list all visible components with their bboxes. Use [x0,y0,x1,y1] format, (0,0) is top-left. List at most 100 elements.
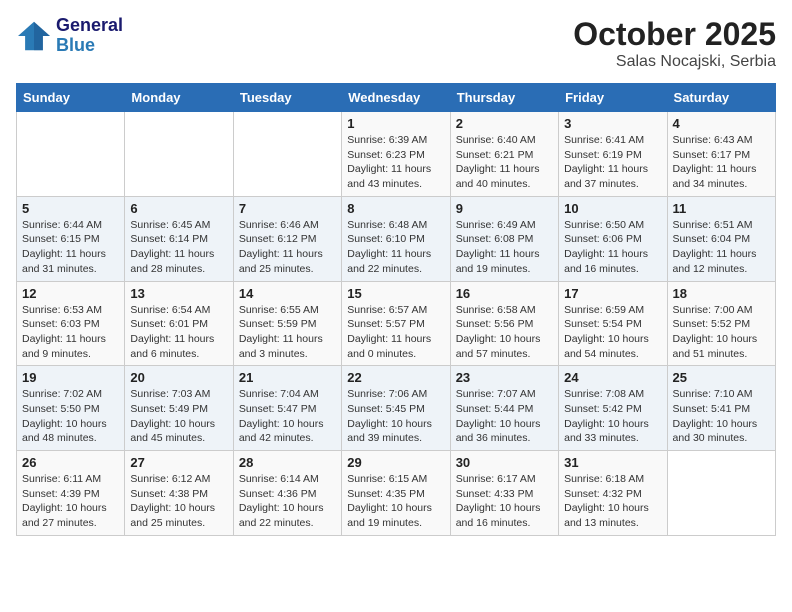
day-number: 20 [130,370,227,385]
day-number: 4 [673,116,770,131]
calendar-header-row: SundayMondayTuesdayWednesdayThursdayFrid… [17,84,776,112]
day-number: 2 [456,116,553,131]
weekday-header: Wednesday [342,84,450,112]
logo-icon [16,20,52,52]
day-info: Sunrise: 6:39 AM Sunset: 6:23 PM Dayligh… [347,133,444,192]
day-number: 28 [239,455,336,470]
day-info: Sunrise: 6:15 AM Sunset: 4:35 PM Dayligh… [347,472,444,531]
calendar-week-row: 26Sunrise: 6:11 AM Sunset: 4:39 PM Dayli… [17,451,776,536]
day-number: 7 [239,201,336,216]
day-info: Sunrise: 6:50 AM Sunset: 6:06 PM Dayligh… [564,218,661,277]
day-info: Sunrise: 6:12 AM Sunset: 4:38 PM Dayligh… [130,472,227,531]
day-number: 13 [130,286,227,301]
page-header: General Blue October 2025 Salas Nocajski… [16,16,776,71]
day-number: 25 [673,370,770,385]
day-info: Sunrise: 6:55 AM Sunset: 5:59 PM Dayligh… [239,303,336,362]
day-number: 14 [239,286,336,301]
calendar-day-cell: 30 Sunrise: 6:17 AM Sunset: 4:33 PM Dayli… [450,451,558,536]
calendar-day-cell: 11 Sunrise: 6:51 AM Sunset: 6:04 PM Dayli… [667,196,775,281]
day-info: Sunrise: 7:04 AM Sunset: 5:47 PM Dayligh… [239,387,336,446]
calendar-day-cell: 12Sunrise: 6:53 AM Sunset: 6:03 PM Dayli… [17,281,125,366]
page-subtitle: Salas Nocajski, Serbia [573,53,776,71]
day-info: Sunrise: 7:03 AM Sunset: 5:49 PM Dayligh… [130,387,227,446]
day-number: 18 [673,286,770,301]
day-number: 1 [347,116,444,131]
logo: General Blue [16,16,123,56]
day-info: Sunrise: 7:10 AM Sunset: 5:41 PM Dayligh… [673,387,770,446]
day-number: 30 [456,455,553,470]
calendar-day-cell: 17Sunrise: 6:59 AM Sunset: 5:54 PM Dayli… [559,281,667,366]
calendar-day-cell: 2Sunrise: 6:40 AM Sunset: 6:21 PM Daylig… [450,112,558,197]
calendar-week-row: 1 Sunrise: 6:39 AM Sunset: 6:23 PM Daylig… [17,112,776,197]
calendar-day-cell: 26Sunrise: 6:11 AM Sunset: 4:39 PM Dayli… [17,451,125,536]
calendar-table: SundayMondayTuesdayWednesdayThursdayFrid… [16,83,776,536]
day-number: 16 [456,286,553,301]
day-info: Sunrise: 6:54 AM Sunset: 6:01 PM Dayligh… [130,303,227,362]
calendar-day-cell [125,112,233,197]
day-number: 26 [22,455,119,470]
calendar-day-cell: 7 Sunrise: 6:46 AM Sunset: 6:12 PM Daylig… [233,196,341,281]
day-number: 3 [564,116,661,131]
day-number: 12 [22,286,119,301]
calendar-week-row: 5 Sunrise: 6:44 AM Sunset: 6:15 PM Daylig… [17,196,776,281]
calendar-day-cell [233,112,341,197]
weekday-header: Friday [559,84,667,112]
title-block: October 2025 Salas Nocajski, Serbia [573,16,776,71]
calendar-day-cell [667,451,775,536]
day-info: Sunrise: 7:08 AM Sunset: 5:42 PM Dayligh… [564,387,661,446]
calendar-day-cell: 13 Sunrise: 6:54 AM Sunset: 6:01 PM Dayli… [125,281,233,366]
day-info: Sunrise: 6:43 AM Sunset: 6:17 PM Dayligh… [673,133,770,192]
calendar-day-cell: 31 Sunrise: 6:18 AM Sunset: 4:32 PM Dayli… [559,451,667,536]
calendar-day-cell: 10Sunrise: 6:50 AM Sunset: 6:06 PM Dayli… [559,196,667,281]
calendar-week-row: 19 Sunrise: 7:02 AM Sunset: 5:50 PM Dayli… [17,366,776,451]
day-info: Sunrise: 6:18 AM Sunset: 4:32 PM Dayligh… [564,472,661,531]
day-number: 29 [347,455,444,470]
calendar-day-cell: 24 Sunrise: 7:08 AM Sunset: 5:42 PM Dayli… [559,366,667,451]
day-number: 21 [239,370,336,385]
weekday-header: Saturday [667,84,775,112]
day-number: 5 [22,201,119,216]
day-info: Sunrise: 6:51 AM Sunset: 6:04 PM Dayligh… [673,218,770,277]
calendar-day-cell: 8Sunrise: 6:48 AM Sunset: 6:10 PM Daylig… [342,196,450,281]
day-number: 11 [673,201,770,216]
calendar-day-cell: 21 Sunrise: 7:04 AM Sunset: 5:47 PM Dayli… [233,366,341,451]
day-number: 22 [347,370,444,385]
day-info: Sunrise: 6:46 AM Sunset: 6:12 PM Dayligh… [239,218,336,277]
day-info: Sunrise: 6:48 AM Sunset: 6:10 PM Dayligh… [347,218,444,277]
calendar-day-cell: 23 Sunrise: 7:07 AM Sunset: 5:44 PM Dayli… [450,366,558,451]
day-info: Sunrise: 7:00 AM Sunset: 5:52 PM Dayligh… [673,303,770,362]
day-info: Sunrise: 6:44 AM Sunset: 6:15 PM Dayligh… [22,218,119,277]
day-info: Sunrise: 7:07 AM Sunset: 5:44 PM Dayligh… [456,387,553,446]
day-number: 24 [564,370,661,385]
calendar-day-cell: 29 Sunrise: 6:15 AM Sunset: 4:35 PM Dayli… [342,451,450,536]
day-info: Sunrise: 6:59 AM Sunset: 5:54 PM Dayligh… [564,303,661,362]
calendar-day-cell: 18 Sunrise: 7:00 AM Sunset: 5:52 PM Dayli… [667,281,775,366]
day-info: Sunrise: 6:17 AM Sunset: 4:33 PM Dayligh… [456,472,553,531]
day-info: Sunrise: 6:58 AM Sunset: 5:56 PM Dayligh… [456,303,553,362]
day-info: Sunrise: 6:57 AM Sunset: 5:57 PM Dayligh… [347,303,444,362]
calendar-day-cell: 1 Sunrise: 6:39 AM Sunset: 6:23 PM Daylig… [342,112,450,197]
weekday-header: Monday [125,84,233,112]
day-number: 19 [22,370,119,385]
calendar-day-cell: 16 Sunrise: 6:58 AM Sunset: 5:56 PM Dayli… [450,281,558,366]
day-number: 6 [130,201,227,216]
day-number: 9 [456,201,553,216]
day-info: Sunrise: 6:41 AM Sunset: 6:19 PM Dayligh… [564,133,661,192]
calendar-day-cell: 22 Sunrise: 7:06 AM Sunset: 5:45 PM Dayli… [342,366,450,451]
weekday-header: Sunday [17,84,125,112]
day-number: 23 [456,370,553,385]
day-number: 31 [564,455,661,470]
calendar-day-cell: 28 Sunrise: 6:14 AM Sunset: 4:36 PM Dayli… [233,451,341,536]
calendar-day-cell: 9 Sunrise: 6:49 AM Sunset: 6:08 PM Daylig… [450,196,558,281]
calendar-day-cell: 20 Sunrise: 7:03 AM Sunset: 5:49 PM Dayli… [125,366,233,451]
day-number: 15 [347,286,444,301]
day-number: 27 [130,455,227,470]
calendar-day-cell: 5 Sunrise: 6:44 AM Sunset: 6:15 PM Daylig… [17,196,125,281]
day-info: Sunrise: 7:06 AM Sunset: 5:45 PM Dayligh… [347,387,444,446]
day-info: Sunrise: 6:14 AM Sunset: 4:36 PM Dayligh… [239,472,336,531]
day-info: Sunrise: 6:49 AM Sunset: 6:08 PM Dayligh… [456,218,553,277]
day-info: Sunrise: 7:02 AM Sunset: 5:50 PM Dayligh… [22,387,119,446]
weekday-header: Thursday [450,84,558,112]
calendar-day-cell: 14 Sunrise: 6:55 AM Sunset: 5:59 PM Dayli… [233,281,341,366]
calendar-day-cell: 3 Sunrise: 6:41 AM Sunset: 6:19 PM Daylig… [559,112,667,197]
